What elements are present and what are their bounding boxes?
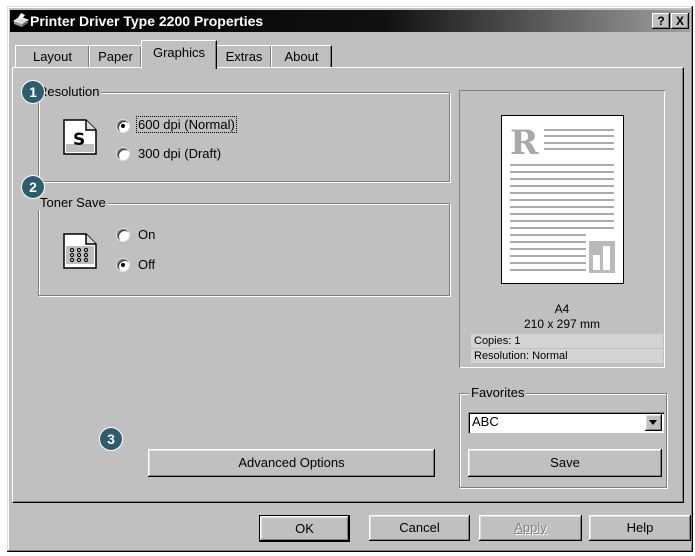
callout-badge-2: 2 xyxy=(22,176,44,198)
radio-toner-off[interactable] xyxy=(117,259,129,271)
tab-graphics[interactable]: Graphics xyxy=(141,40,217,69)
radio-600-dpi[interactable] xyxy=(117,120,129,132)
radio-toner-on[interactable] xyxy=(117,229,129,241)
toner-save-legend: Toner Save xyxy=(38,195,108,210)
apply-button-label: Apply xyxy=(514,520,547,535)
tab-layout[interactable]: Layout xyxy=(15,45,90,68)
page-preview-letter: R xyxy=(510,123,539,163)
help-button[interactable]: Help xyxy=(589,515,691,541)
advanced-options-button[interactable]: Advanced Options xyxy=(148,449,435,477)
label-toner-on[interactable]: On xyxy=(138,227,155,242)
svg-text:S: S xyxy=(73,130,85,150)
cancel-button[interactable]: Cancel xyxy=(369,515,470,541)
favorites-dropdown-button[interactable] xyxy=(645,414,662,431)
label-600-dpi[interactable]: 600 dpi (Normal) xyxy=(136,116,237,133)
callout-badge-1: 1 xyxy=(22,81,44,103)
label-toner-off[interactable]: Off xyxy=(138,257,155,272)
save-favorite-button[interactable]: Save xyxy=(468,449,662,477)
label-300-dpi[interactable]: 300 dpi (Draft) xyxy=(138,146,221,161)
chevron-down-icon xyxy=(649,420,657,425)
resolution-legend: Resolution xyxy=(36,84,102,99)
callout-badge-3: 3 xyxy=(100,428,122,450)
copies-info: Copies: 1 xyxy=(471,334,663,348)
tab-extras[interactable]: Extras xyxy=(216,45,272,68)
tab-about[interactable]: About xyxy=(271,45,332,68)
resolution-group xyxy=(38,92,450,182)
ok-button[interactable]: OK xyxy=(260,516,349,541)
close-title-button[interactable]: X xyxy=(671,13,689,29)
help-title-button[interactable]: ? xyxy=(652,13,670,29)
toner-save-group xyxy=(38,203,450,296)
printer-s-icon: S xyxy=(62,118,98,156)
page-preview: R xyxy=(501,115,624,284)
favorites-legend: Favorites xyxy=(469,385,527,400)
resolution-info: Resolution: Normal xyxy=(471,349,663,363)
apply-button[interactable]: Apply xyxy=(479,515,582,541)
favorites-selected-value: ABC xyxy=(472,414,499,429)
paper-size: 210 x 297 mm xyxy=(523,317,601,331)
paper-name: A4 xyxy=(554,302,570,316)
tab-paper[interactable]: Paper xyxy=(89,45,142,68)
toner-dots-icon xyxy=(62,232,98,270)
printer-app-icon xyxy=(12,12,30,28)
radio-300-dpi[interactable] xyxy=(117,148,129,160)
window-title: Printer Driver Type 2200 Properties xyxy=(30,13,264,29)
